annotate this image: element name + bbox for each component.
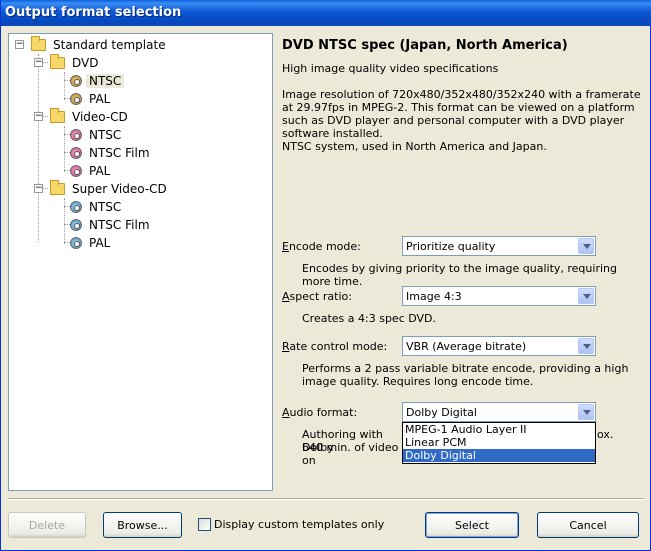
dvd-disc-icon — [70, 93, 82, 105]
collapse-vcd-toggle[interactable]: − — [34, 112, 43, 121]
tree-item-vcd-pal[interactable]: PAL — [70, 162, 113, 180]
dropdown-option-dolby[interactable]: Dolby Digital — [403, 449, 595, 462]
vcd-disc-icon — [70, 165, 82, 177]
rate-control-select[interactable]: VBR (Average bitrate) — [402, 336, 596, 356]
chevron-down-icon[interactable] — [578, 238, 594, 254]
custom-only-label: Display custom templates only — [214, 518, 385, 531]
collapse-svcd-toggle[interactable]: − — [34, 184, 43, 193]
svcd-disc-icon — [70, 201, 82, 213]
format-system: NTSC system, used in North America and J… — [282, 140, 547, 153]
chevron-down-icon[interactable] — [578, 288, 594, 304]
audio-format-select[interactable]: Dolby Digital — [402, 402, 596, 422]
window-title: Output format selection — [1, 0, 651, 26]
folder-icon — [50, 54, 65, 69]
vcd-disc-icon — [70, 147, 82, 159]
browse-button[interactable]: Browse... — [103, 512, 182, 538]
vcd-disc-icon — [70, 129, 82, 141]
collapse-root-toggle[interactable]: − — [15, 40, 24, 49]
audio-format-description-1b: ox. — [597, 428, 614, 441]
tree-item-vcd-ntsc[interactable]: NTSC — [70, 126, 124, 144]
tree-item-vcd-ntsc-film[interactable]: NTSC Film — [70, 144, 153, 162]
audio-format-dropdown-list[interactable]: MPEG-1 Audio Layer II Linear PCM Dolby D… — [402, 422, 596, 464]
format-subtitle: High image quality video specifications — [282, 62, 499, 75]
tree-item-dvd-ntsc[interactable]: NTSC — [70, 72, 125, 90]
rate-control-description: Performs a 2 pass variable bitrate encod… — [302, 362, 629, 388]
chevron-down-icon[interactable] — [578, 404, 594, 420]
collapse-dvd-toggle[interactable]: − — [34, 58, 43, 67]
select-button[interactable]: Select — [425, 512, 519, 538]
folder-icon — [50, 108, 65, 123]
dropdown-option-mpeg1[interactable]: MPEG-1 Audio Layer II — [403, 423, 595, 436]
rate-control-label: Rate control mode: — [282, 340, 388, 353]
format-description: Image resolution of 720x480/352x480/352x… — [282, 88, 641, 140]
delete-button[interactable]: Delete — [8, 512, 86, 538]
aspect-ratio-select[interactable]: Image 4:3 — [402, 286, 596, 306]
folder-icon — [50, 180, 65, 195]
cancel-button[interactable]: Cancel — [537, 512, 639, 538]
folder-icon — [31, 36, 46, 51]
format-title: DVD NTSC spec (Japan, North America) — [282, 38, 568, 53]
tree-item-dvd-pal[interactable]: PAL — [70, 90, 113, 108]
tree-group-dvd[interactable]: DVD — [50, 54, 101, 72]
encode-mode-select[interactable]: Prioritize quality — [402, 236, 596, 256]
audio-format-description-2: 640 min. of video on — [302, 441, 399, 467]
aspect-ratio-label: Aspect ratio: — [282, 290, 352, 303]
encode-mode-description: Encodes by giving priority to the image … — [302, 262, 617, 288]
tree-group-super-video-cd[interactable]: Super Video-CD — [50, 180, 170, 198]
encode-mode-label: Encode mode: — [282, 240, 361, 253]
aspect-ratio-description: Creates a 4:3 spec DVD. — [302, 312, 437, 325]
tree-group-video-cd[interactable]: Video-CD — [50, 108, 131, 126]
template-tree[interactable]: − Standard template − DVD NTSC PAL − Vid… — [8, 33, 273, 491]
footer-divider — [8, 498, 644, 500]
svcd-disc-icon — [70, 219, 82, 231]
tree-item-svcd-pal[interactable]: PAL — [70, 234, 113, 252]
dialog-window: Output format selection − Standard templ… — [0, 0, 651, 551]
dropdown-option-lpcm[interactable]: Linear PCM — [403, 436, 595, 449]
tree-item-svcd-ntsc[interactable]: NTSC — [70, 198, 124, 216]
audio-format-label: Audio format: — [282, 406, 358, 419]
tree-root-standard-template[interactable]: Standard template — [31, 36, 169, 54]
dvd-disc-icon — [70, 75, 82, 87]
svcd-disc-icon — [70, 237, 82, 249]
custom-only-checkbox[interactable] — [198, 518, 211, 531]
tree-item-svcd-ntsc-film[interactable]: NTSC Film — [70, 216, 153, 234]
chevron-down-icon[interactable] — [578, 338, 594, 354]
